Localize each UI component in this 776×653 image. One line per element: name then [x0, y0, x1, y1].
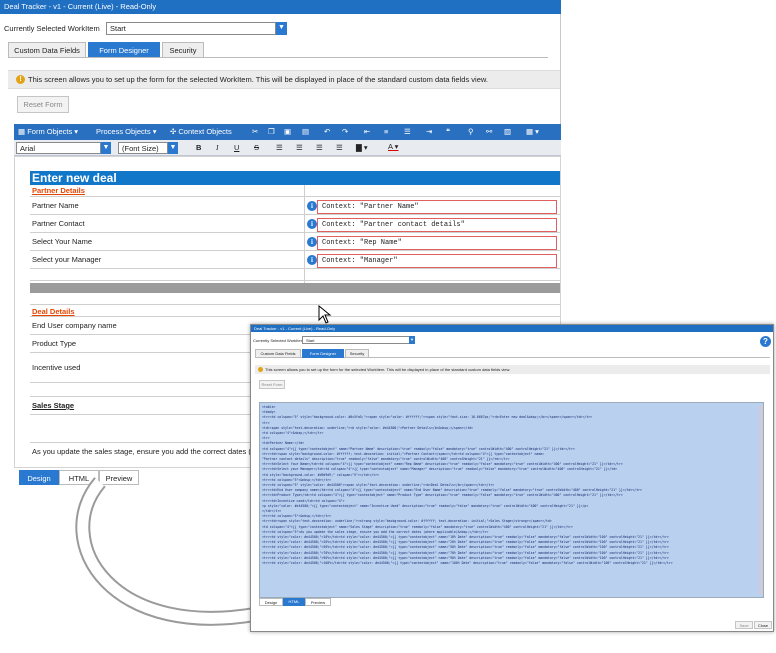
workitem-select[interactable]: Start	[302, 336, 414, 344]
tab-bar: Custom Data Fields Form Designer Securit…	[255, 349, 770, 358]
close-button[interactable]: Close	[754, 621, 772, 629]
help-icon[interactable]: ?	[760, 336, 771, 347]
chevron-down-icon[interactable]: ▼	[409, 336, 415, 344]
window2-title: Deal Tracker - v1 - Current (Live) - Rea…	[251, 325, 773, 332]
scrollbar[interactable]	[759, 405, 763, 595]
html-view-window: Deal Tracker - v1 - Current (Live) - Rea…	[250, 324, 774, 632]
reset-form-button[interactable]: Reset Form	[259, 380, 285, 389]
tab-design[interactable]: Design	[259, 598, 283, 606]
tab-form-designer[interactable]: Form Designer	[302, 349, 344, 358]
info-text: This screen allows you to set up the for…	[265, 367, 511, 372]
html-source-editor[interactable]: <table> <tbody> <tr><td colspan="5" styl…	[259, 402, 764, 598]
tab-preview[interactable]: Preview	[305, 598, 331, 606]
code-line: <tr><td style="color: #e44500;">100%</td…	[262, 561, 673, 566]
info-icon	[258, 367, 263, 372]
tab-html[interactable]: HTML	[283, 598, 305, 606]
save-button[interactable]: Save	[735, 621, 753, 629]
workitem-label: Currently Selected WorkItem	[253, 338, 305, 343]
editor-mode-tabs: Design HTML Preview	[259, 598, 339, 606]
tab-custom-data-fields[interactable]: Custom Data Fields	[255, 349, 301, 358]
code-lines: <table> <tbody> <tr><td colspan="5" styl…	[262, 405, 761, 566]
tab-security[interactable]: Security	[345, 349, 369, 358]
info-banner: This screen allows you to set up the for…	[255, 365, 770, 374]
